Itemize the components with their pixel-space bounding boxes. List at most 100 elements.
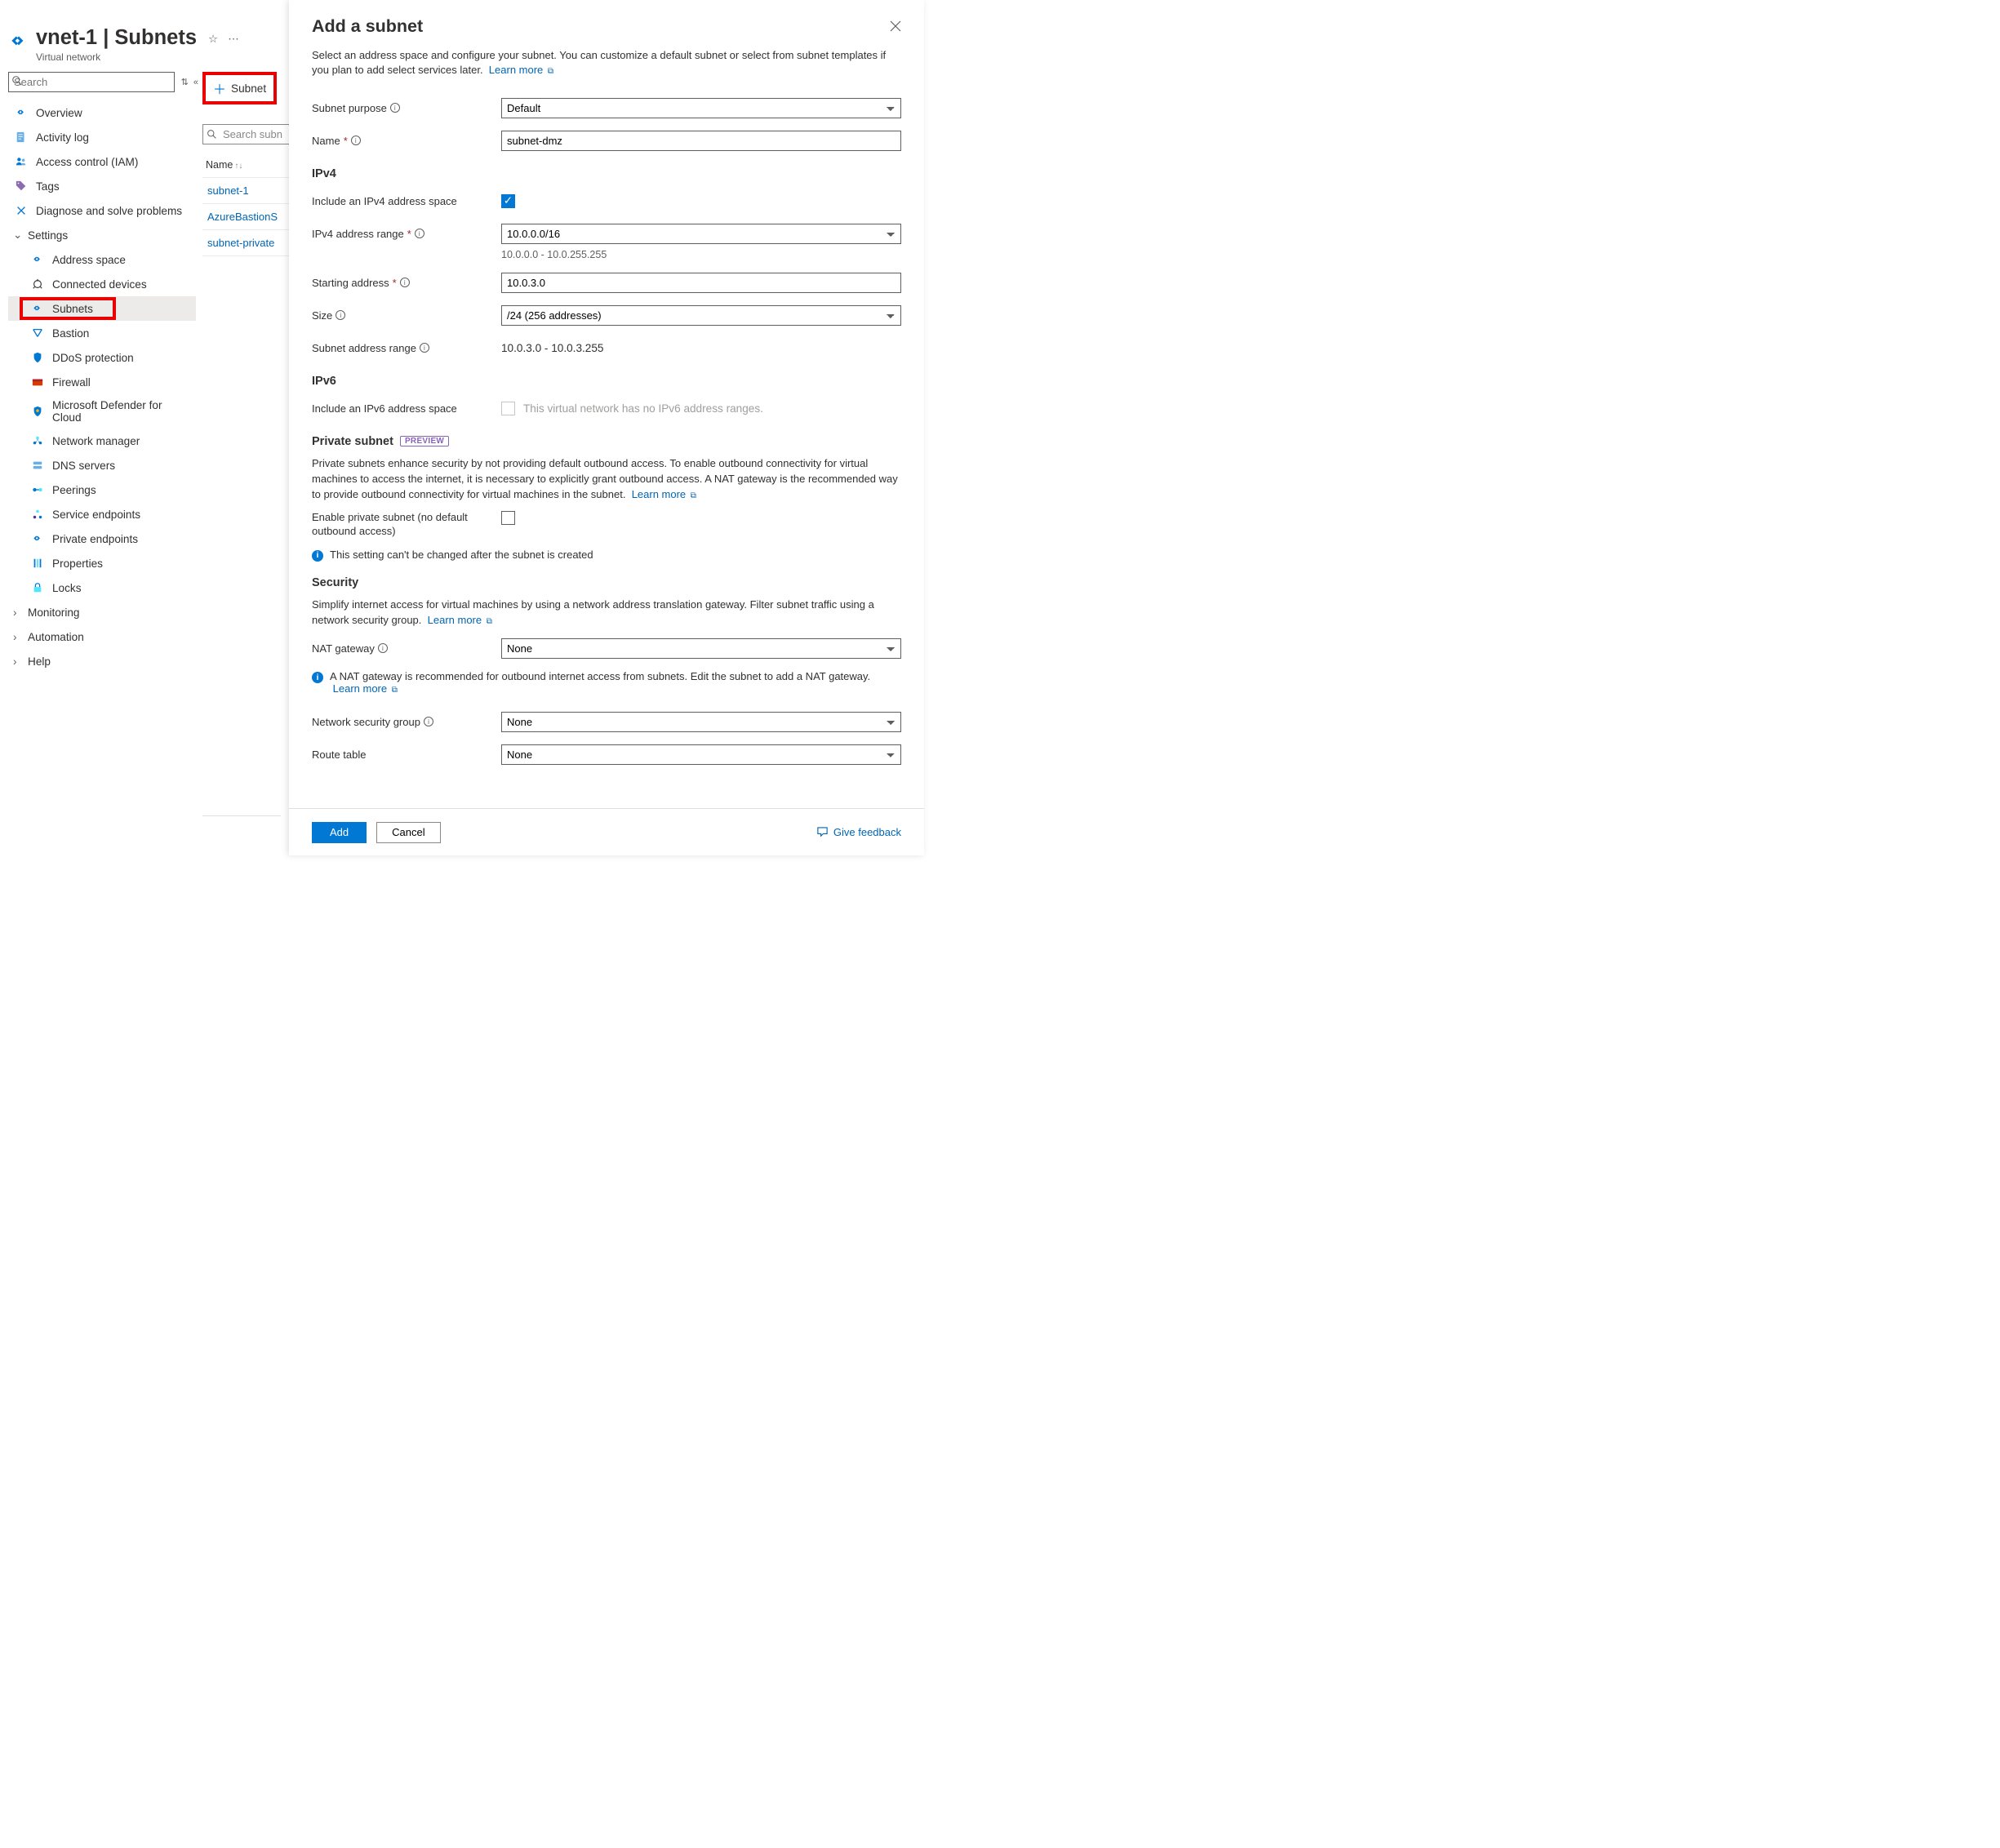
diagnose-icon	[13, 205, 29, 216]
ipv4-range-select[interactable]: 10.0.0.0/16	[501, 224, 901, 244]
nav-subnets[interactable]: Subnets	[8, 296, 196, 321]
label-size: Size i	[312, 309, 501, 322]
info-icon[interactable]: i	[336, 310, 345, 320]
section-ipv6: IPv6	[312, 375, 901, 388]
nav-overview[interactable]: Overview	[8, 100, 196, 125]
ddos-icon	[29, 352, 46, 363]
defender-icon	[29, 406, 46, 417]
nav-search[interactable]	[8, 72, 175, 92]
nav-search-input[interactable]	[8, 72, 175, 92]
nav-network-manager[interactable]: Network manager	[8, 429, 196, 453]
nav-automation-group[interactable]: ›Automation	[8, 624, 196, 649]
panel-title: Add a subnet	[312, 16, 901, 37]
iam-icon	[13, 156, 29, 167]
section-private-subnet: Private subnet PREVIEW	[312, 435, 901, 448]
section-security: Security	[312, 576, 901, 589]
learn-more-link[interactable]: Learn more ⧉	[489, 64, 553, 76]
search-icon	[11, 75, 23, 87]
favorite-icon[interactable]: ☆	[208, 33, 218, 46]
dns-icon	[29, 460, 46, 471]
highlight-add-subnet-annotation: ＋ Subnet	[202, 72, 277, 104]
chevron-down-icon: ⌄	[13, 229, 24, 242]
external-link-icon: ⧉	[487, 617, 492, 626]
nav-bastion[interactable]: Bastion	[8, 321, 196, 345]
route-table-select[interactable]: None	[501, 744, 901, 765]
add-button[interactable]: Add	[312, 822, 367, 843]
nav-monitoring-group[interactable]: ›Monitoring	[8, 600, 196, 624]
add-subnet-panel: Add a subnet Select an address space and…	[289, 0, 924, 855]
info-icon[interactable]: i	[424, 717, 433, 726]
address-space-icon	[29, 254, 46, 265]
subnet-row[interactable]: subnet-private	[202, 230, 292, 256]
size-select[interactable]: /24 (256 addresses)	[501, 305, 901, 326]
info-icon[interactable]: i	[390, 103, 400, 113]
include-ipv4-checkbox[interactable]: ✓	[501, 194, 515, 208]
nav-help-group[interactable]: ›Help	[8, 649, 196, 673]
subnet-purpose-select[interactable]: Default	[501, 98, 901, 118]
label-include-ipv6: Include an IPv6 address space	[312, 402, 501, 415]
nav-access-control[interactable]: Access control (IAM)	[8, 149, 196, 174]
nsg-select[interactable]: None	[501, 712, 901, 732]
subnet-search[interactable]: Search subn	[202, 124, 292, 144]
search-icon	[207, 129, 217, 140]
starting-address-input[interactable]	[501, 273, 901, 293]
expand-toggle-icon[interactable]: ⇅	[181, 77, 189, 87]
label-enable-private: Enable private subnet (no default outbou…	[312, 511, 501, 539]
close-icon	[890, 20, 901, 32]
info-icon: i	[312, 550, 323, 562]
info-icon[interactable]: i	[420, 343, 429, 353]
nav-settings-group[interactable]: ⌄Settings	[8, 223, 196, 247]
subnet-row[interactable]: subnet-1	[202, 178, 292, 204]
learn-more-link[interactable]: Learn more ⧉	[428, 614, 492, 626]
nav-dns-servers[interactable]: DNS servers	[8, 453, 196, 478]
divider	[202, 815, 281, 816]
external-link-icon: ⧉	[691, 491, 696, 500]
nav-tags[interactable]: Tags	[8, 174, 196, 198]
subnets-icon	[29, 303, 46, 314]
more-icon[interactable]: ⋯	[228, 33, 239, 46]
subnet-row[interactable]: AzureBastionS	[202, 204, 292, 230]
bastion-icon	[29, 327, 46, 339]
nav-connected-devices[interactable]: Connected devices	[8, 272, 196, 296]
vnet-icon	[8, 31, 29, 52]
label-include-ipv4: Include an IPv4 address space	[312, 195, 501, 207]
learn-more-link[interactable]: Learn more ⧉	[632, 488, 696, 500]
label-route-table: Route table	[312, 749, 501, 761]
nav-diagnose[interactable]: Diagnose and solve problems	[8, 198, 196, 223]
add-subnet-button[interactable]: ＋ Subnet	[207, 77, 273, 100]
nav-ddos[interactable]: DDoS protection	[8, 345, 196, 370]
nav-firewall[interactable]: Firewall	[8, 370, 196, 394]
nav-private-endpoints[interactable]: Private endpoints	[8, 526, 196, 551]
info-icon[interactable]: i	[415, 229, 424, 238]
info-icon[interactable]: i	[351, 135, 361, 145]
nav-peerings[interactable]: Peerings	[8, 478, 196, 502]
subnet-address-range-value: 10.0.3.0 - 10.0.3.255	[501, 342, 901, 354]
chevron-right-icon: ›	[13, 631, 24, 643]
subnet-name-input[interactable]	[501, 131, 901, 151]
nav-locks[interactable]: Locks	[8, 575, 196, 600]
column-header-name[interactable]: Name↑↓	[202, 153, 292, 178]
nav-service-endpoints[interactable]: Service endpoints	[8, 502, 196, 526]
cancel-button[interactable]: Cancel	[376, 822, 440, 843]
preview-badge: PREVIEW	[400, 436, 449, 446]
nav-activity-log[interactable]: Activity log	[8, 125, 196, 149]
give-feedback-link[interactable]: Give feedback	[816, 826, 901, 838]
external-link-icon: ⧉	[392, 686, 398, 695]
feedback-icon	[816, 826, 829, 838]
left-nav: ⇅ « Overview Activity log Access control…	[8, 72, 196, 673]
close-button[interactable]	[890, 16, 901, 37]
page-title: vnet-1 | Subnets	[36, 26, 197, 50]
peerings-icon	[29, 484, 46, 495]
learn-more-link[interactable]: Learn more ⧉	[333, 682, 398, 695]
collapse-nav-icon[interactable]: «	[193, 78, 196, 87]
enable-private-checkbox[interactable]	[501, 511, 515, 525]
nat-gateway-select[interactable]: None	[501, 638, 901, 659]
private-endpoints-icon	[29, 533, 46, 544]
nav-properties[interactable]: Properties	[8, 551, 196, 575]
netmgr-icon	[29, 435, 46, 446]
info-icon[interactable]: i	[378, 643, 388, 653]
private-subnet-info: i This setting can't be changed after th…	[312, 549, 901, 562]
info-icon[interactable]: i	[400, 278, 410, 287]
nav-defender[interactable]: Microsoft Defender for Cloud	[8, 394, 196, 429]
nav-address-space[interactable]: Address space	[8, 247, 196, 272]
